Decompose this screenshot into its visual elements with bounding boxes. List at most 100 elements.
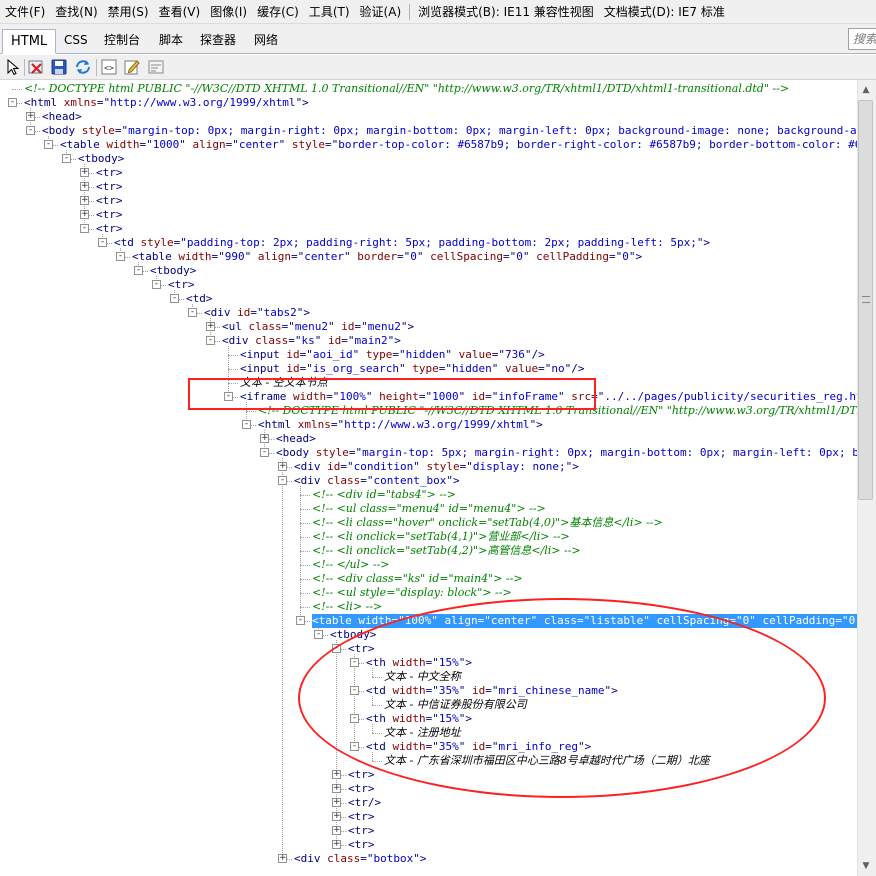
tree-node[interactable]: <tr>: [96, 222, 123, 236]
menu-document-mode[interactable]: 文档模式(D): IE7 标准: [599, 1, 730, 23]
expand-icon[interactable]: +: [80, 182, 89, 191]
tree-node[interactable]: <div class="ks" id="main2">: [222, 334, 401, 348]
collapse-icon[interactable]: -: [116, 252, 125, 261]
expand-icon[interactable]: +: [332, 798, 341, 807]
scroll-down-icon[interactable]: ▼: [860, 860, 872, 872]
tree-node[interactable]: <!-- <li class="hover" onclick="setTab(4…: [312, 516, 663, 530]
tree-node[interactable]: <!-- <li> -->: [312, 600, 382, 614]
collapse-icon[interactable]: -: [26, 126, 35, 135]
tree-node[interactable]: <body style="margin-top: 5px; margin-rig…: [276, 446, 857, 460]
tree-node[interactable]: <html xmlns="http://www.w3.org/1999/xhtm…: [258, 418, 543, 432]
collapse-icon[interactable]: -: [170, 294, 179, 303]
tree-node[interactable]: <tr>: [96, 194, 123, 208]
collapse-icon[interactable]: -: [98, 238, 107, 247]
collapse-icon[interactable]: -: [206, 336, 215, 345]
tree-node[interactable]: <td style="padding-top: 2px; padding-rig…: [114, 236, 710, 250]
collapse-icon[interactable]: -: [314, 630, 323, 639]
tree-node[interactable]: <html xmlns="http://www.w3.org/1999/xhtm…: [24, 96, 309, 110]
tree-node[interactable]: <div class="content_box">: [294, 474, 460, 488]
word-wrap-icon[interactable]: [147, 58, 165, 76]
tree-node[interactable]: <tr>: [348, 768, 375, 782]
expand-icon[interactable]: +: [80, 210, 89, 219]
dom-view-icon[interactable]: <>: [100, 58, 118, 76]
collapse-icon[interactable]: -: [62, 154, 71, 163]
menu-view[interactable]: 查看(V): [154, 1, 206, 23]
tree-node[interactable]: <div class="botbox">: [294, 852, 427, 866]
tree-node[interactable]: <ul class="menu2" id="menu2">: [222, 320, 414, 334]
expand-icon[interactable]: +: [278, 854, 287, 863]
tree-node[interactable]: <tr>: [96, 180, 123, 194]
menu-validate[interactable]: 验证(A): [355, 1, 407, 23]
tab-profiler[interactable]: 探查器: [192, 29, 244, 54]
tree-node[interactable]: <!-- <li onclick="setTab(4,1)">营业部</li> …: [312, 530, 570, 544]
scroll-up-icon[interactable]: ▲: [860, 84, 872, 96]
tree-node[interactable]: <head>: [42, 110, 82, 124]
tree-node[interactable]: <!-- <ul class="menu4" id="menu4"> -->: [312, 502, 546, 516]
tree-node[interactable]: <tr>: [96, 208, 123, 222]
expand-icon[interactable]: +: [332, 840, 341, 849]
collapse-icon[interactable]: -: [278, 476, 287, 485]
expand-icon[interactable]: +: [260, 434, 269, 443]
tree-node[interactable]: <tr>: [96, 166, 123, 180]
expand-icon[interactable]: +: [332, 812, 341, 821]
tree-node[interactable]: <tr>: [168, 278, 195, 292]
tree-node[interactable]: <input id="is_org_search" type="hidden" …: [240, 362, 584, 376]
menu-disable[interactable]: 禁用(S): [103, 1, 154, 23]
expand-icon[interactable]: +: [278, 462, 287, 471]
tree-node[interactable]: <tr/>: [348, 796, 381, 810]
menu-file[interactable]: 文件(F): [0, 1, 50, 23]
collapse-icon[interactable]: -: [188, 308, 197, 317]
tree-node[interactable]: <tbody>: [150, 264, 196, 278]
select-element-icon[interactable]: [4, 58, 22, 76]
tree-node[interactable]: <input id="aoi_id" type="hidden" value="…: [240, 348, 545, 362]
tree-node[interactable]: <!-- </ul> -->: [312, 558, 389, 572]
expand-icon[interactable]: +: [80, 168, 89, 177]
tab-network[interactable]: 网络: [246, 29, 286, 54]
collapse-icon[interactable]: -: [152, 280, 161, 289]
menu-find[interactable]: 查找(N): [50, 1, 102, 23]
tab-html[interactable]: HTML: [2, 29, 57, 54]
tab-script[interactable]: 脚本: [151, 29, 191, 54]
collapse-icon[interactable]: -: [8, 98, 17, 107]
tree-node[interactable]: <tbody>: [78, 152, 124, 166]
tree-node[interactable]: <tr>: [348, 810, 375, 824]
expand-icon[interactable]: +: [80, 196, 89, 205]
tree-node[interactable]: <table width="1000" align="center" style…: [60, 138, 857, 152]
tree-node[interactable]: <!-- DOCTYPE html PUBLIC "-//W3C//DTD XH…: [24, 82, 789, 96]
collapse-icon[interactable]: -: [260, 448, 269, 457]
menu-tools[interactable]: 工具(T): [304, 1, 355, 23]
collapse-icon[interactable]: -: [80, 224, 89, 233]
tree-node[interactable]: <tr>: [348, 782, 375, 796]
tree-node[interactable]: <head>: [276, 432, 316, 446]
tree-node[interactable]: <!-- <div id="tabs4"> -->: [312, 488, 456, 502]
tree-node[interactable]: <table width="990" align="center" border…: [132, 250, 642, 264]
tree-node[interactable]: <tr>: [348, 838, 375, 852]
collapse-icon[interactable]: -: [296, 616, 305, 625]
expand-icon[interactable]: +: [332, 826, 341, 835]
expand-icon[interactable]: +: [332, 784, 341, 793]
menu-images[interactable]: 图像(I): [205, 1, 252, 23]
edit-icon[interactable]: [123, 58, 141, 76]
tab-css[interactable]: CSS: [56, 29, 96, 54]
tree-node[interactable]: <!-- <div class="ks" id="main4"> -->: [312, 572, 523, 586]
refresh-icon[interactable]: [74, 58, 92, 76]
tree-node[interactable]: <div id="tabs2">: [204, 306, 310, 320]
clear-icon[interactable]: [27, 58, 45, 76]
expand-icon[interactable]: +: [206, 322, 215, 331]
tree-node[interactable]: <td>: [186, 292, 213, 306]
menu-browser-mode[interactable]: 浏览器模式(B): IE11 兼容性视图: [413, 1, 599, 23]
collapse-icon[interactable]: -: [242, 420, 251, 429]
tree-node[interactable]: <body style="margin-top: 0px; margin-rig…: [42, 124, 857, 138]
tab-console[interactable]: 控制台: [96, 29, 148, 54]
collapse-icon[interactable]: -: [134, 266, 143, 275]
collapse-icon[interactable]: -: [44, 140, 53, 149]
menu-cache[interactable]: 缓存(C): [252, 1, 304, 23]
tree-node[interactable]: <tr>: [348, 824, 375, 838]
tree-node[interactable]: <!-- <ul style="display: block"> -->: [312, 586, 512, 600]
tree-node[interactable]: <!-- <li onclick="setTab(4,2)">高管信息</li>…: [312, 544, 581, 558]
search-input[interactable]: 搜索: [848, 28, 876, 50]
expand-icon[interactable]: +: [26, 112, 35, 121]
save-icon[interactable]: [50, 58, 68, 76]
tree-node[interactable]: <div id="condition" style="display: none…: [294, 460, 579, 474]
expand-icon[interactable]: +: [332, 770, 341, 779]
